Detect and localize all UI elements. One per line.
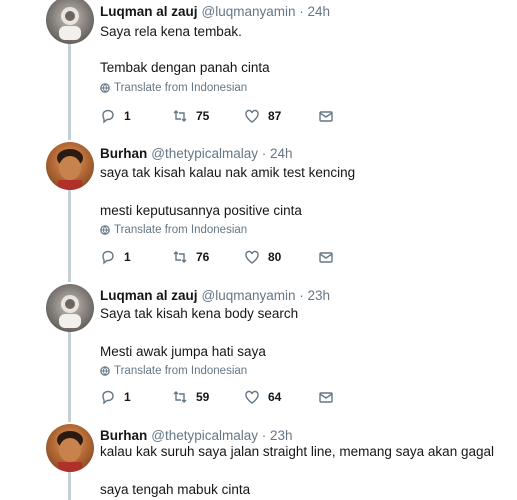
tweet-header: Luqman al zauj @luqmanyamin · 23h [100, 288, 330, 303]
envelope-icon [319, 392, 333, 403]
tweet-text: mesti keputusannya positive cinta [100, 203, 302, 218]
heart-icon [245, 109, 259, 123]
like-button[interactable]: 87 [244, 108, 281, 124]
retweet-button[interactable]: 76 [172, 249, 209, 265]
translate-link[interactable]: Translate from Indonesian [100, 365, 247, 377]
tweet-actions: 1 59 64 [100, 389, 340, 409]
display-name[interactable]: Luqman al zauj [100, 288, 198, 303]
translate-label: Translate from Indonesian [114, 365, 248, 377]
tweet-text: Mesti awak jumpa hati saya [100, 344, 266, 359]
tweet-header: Burhan @thetypicalmalay · 24h [100, 146, 293, 161]
retweet-count: 59 [196, 390, 210, 404]
dm-button[interactable] [318, 389, 334, 405]
translate-link[interactable]: Translate from Indonesian [100, 224, 247, 236]
tweet-text: Saya rela kena tembak. [100, 24, 242, 39]
envelope-icon [319, 111, 333, 122]
retweet-button[interactable]: 75 [172, 108, 209, 124]
translate-label: Translate from Indonesian [114, 82, 248, 94]
avatar[interactable] [46, 0, 94, 44]
handle-timestamp[interactable]: @thetypicalmalay · 24h [151, 146, 292, 161]
tweet-text: saya tak kisah kalau nak amik test kenci… [100, 165, 356, 180]
display-name[interactable]: Luqman al zauj [100, 4, 198, 19]
thread-line [68, 468, 71, 500]
avatar[interactable] [46, 424, 94, 472]
reply-count: 1 [124, 250, 131, 264]
handle-timestamp[interactable]: @luqmanyamin · 24h [202, 4, 331, 19]
retweet-icon [173, 110, 187, 122]
reply-button[interactable]: 1 [100, 389, 131, 405]
dm-button[interactable] [318, 108, 334, 124]
tweet-header: Burhan @thetypicalmalay · 23h [100, 428, 293, 443]
globe-icon [100, 225, 110, 235]
tweet-text: kalau kak suruh saya jalan straight line… [100, 444, 494, 459]
tweet-actions: 1 75 87 [100, 108, 340, 128]
reply-button[interactable]: 1 [100, 249, 131, 265]
tweet-text: saya tengah mabuk cinta [100, 482, 251, 497]
retweet-count: 76 [196, 250, 210, 264]
display-name[interactable]: Burhan [100, 146, 147, 161]
reply-button[interactable]: 1 [100, 108, 131, 124]
like-count: 64 [268, 390, 282, 404]
globe-icon [100, 83, 110, 93]
reply-icon [102, 250, 114, 265]
reply-count: 1 [124, 390, 131, 404]
reply-icon [102, 390, 114, 405]
retweet-count: 75 [196, 109, 210, 123]
avatar[interactable] [46, 142, 94, 190]
envelope-icon [319, 252, 333, 263]
reply-icon [102, 109, 114, 124]
thread-line [68, 328, 71, 422]
translate-link[interactable]: Translate from Indonesian [100, 82, 247, 94]
retweet-icon [173, 391, 187, 403]
retweet-icon [173, 251, 187, 263]
tweet-actions: 1 76 80 [100, 249, 340, 269]
like-button[interactable]: 80 [244, 249, 281, 265]
like-count: 87 [268, 109, 282, 123]
tweet-text: Tembak dengan panah cinta [100, 60, 270, 75]
reply-count: 1 [124, 109, 131, 123]
tweet-text: Saya tak kisah kena body search [100, 306, 299, 321]
dm-button[interactable] [318, 249, 334, 265]
avatar[interactable] [46, 284, 94, 332]
display-name[interactable]: Burhan [100, 428, 147, 443]
tweet-header: Luqman al zauj @luqmanyamin · 24h [100, 4, 330, 19]
retweet-button[interactable]: 59 [172, 389, 209, 405]
thread-line [68, 44, 71, 140]
handle-timestamp[interactable]: @luqmanyamin · 23h [202, 288, 331, 303]
handle-timestamp[interactable]: @thetypicalmalay · 23h [151, 428, 292, 443]
like-button[interactable]: 64 [244, 389, 281, 405]
translate-label: Translate from Indonesian [114, 224, 248, 236]
heart-icon [245, 250, 259, 264]
like-count: 80 [268, 250, 282, 264]
globe-icon [100, 366, 110, 376]
heart-icon [245, 390, 259, 404]
thread-line [68, 186, 71, 282]
